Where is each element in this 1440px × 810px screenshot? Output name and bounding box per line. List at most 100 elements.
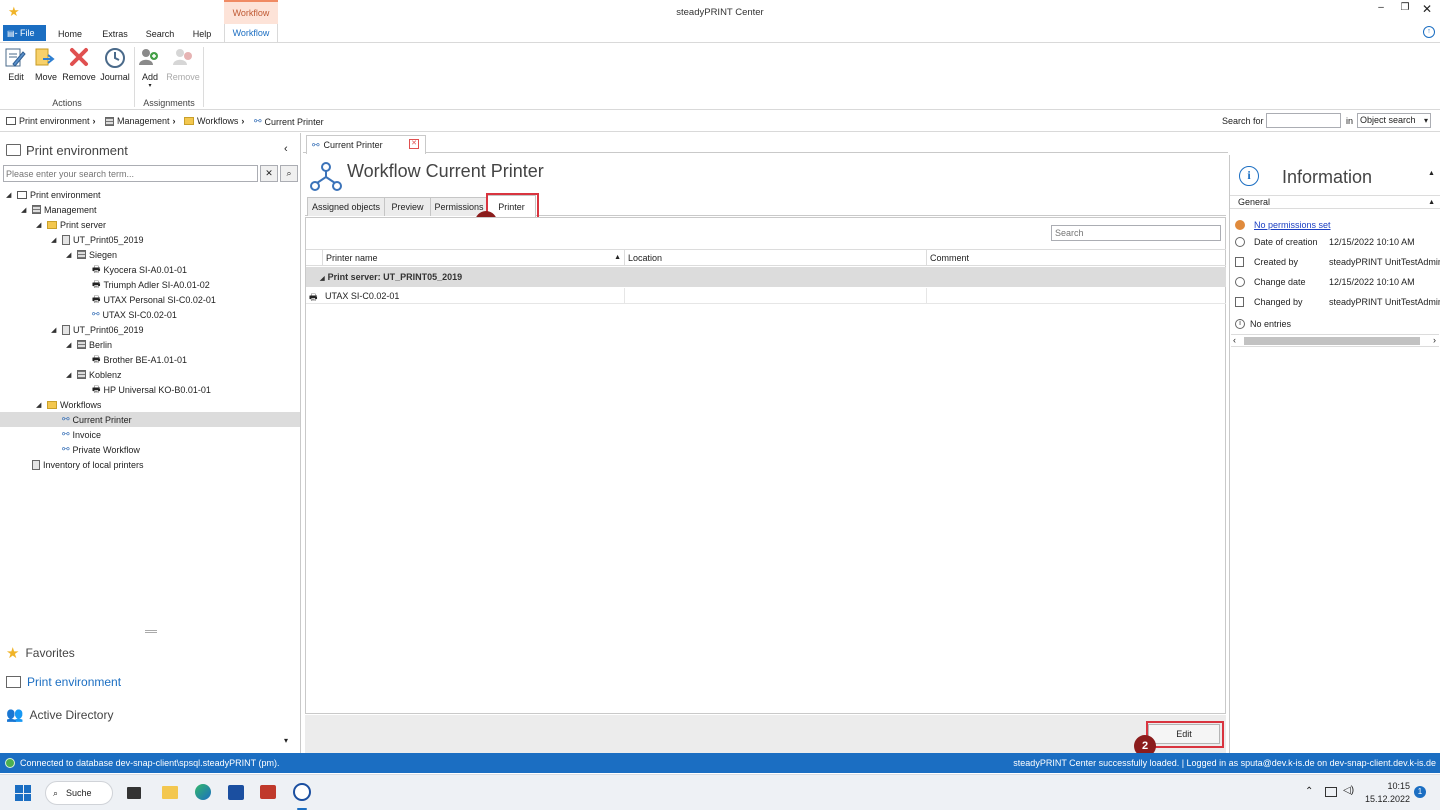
expand-triangle-icon[interactable]: ◢ — [51, 326, 59, 334]
nav-active-directory[interactable]: 👥 Active Directory — [6, 706, 113, 723]
tree-node[interactable]: ⚯ UTAX SI-C0.02-01 — [81, 307, 177, 322]
task-view-icon[interactable] — [127, 787, 141, 799]
close-button[interactable]: ✕ — [1420, 2, 1434, 16]
scrollbar-thumb[interactable] — [1244, 337, 1420, 345]
grid-search-input[interactable] — [1051, 225, 1221, 241]
clear-search-button[interactable]: ✕ — [260, 165, 278, 182]
breadcrumb-print-environment[interactable]: Print environment › — [6, 116, 96, 126]
tree-node[interactable]: ⚯ Private Workflow — [51, 442, 140, 457]
restore-button[interactable]: ❐ — [1398, 2, 1412, 16]
file-tab[interactable]: ▤- File — [3, 25, 46, 41]
tree-node[interactable]: ◢ Koblenz — [66, 367, 122, 382]
close-tab-icon[interactable]: ✕ — [409, 139, 419, 149]
scroll-right-icon[interactable]: › — [1433, 335, 1436, 345]
document-icon — [1235, 257, 1244, 267]
expand-triangle-icon[interactable]: ◢ — [66, 371, 74, 379]
tree-node[interactable]: Inventory of local printers — [21, 457, 144, 472]
column-comment[interactable]: Comment — [926, 250, 1226, 266]
expand-triangle-icon[interactable]: ◢ — [66, 341, 74, 349]
tab-assigned-objects[interactable]: Assigned objects — [307, 197, 385, 216]
tab-extras[interactable]: Extras — [96, 26, 134, 42]
star-icon: ★ — [6, 645, 20, 662]
tab-workflow[interactable]: Workflow — [224, 24, 278, 42]
help-circle-icon[interactable]: ↑ — [1423, 26, 1435, 38]
network-icon[interactable] — [1325, 787, 1337, 797]
tree-node[interactable]: ◢ UT_Print06_2019 — [51, 322, 144, 337]
column-printer-name[interactable]: Printer name ▲ — [322, 250, 624, 266]
move-button[interactable]: Move — [33, 46, 59, 82]
folder-icon — [47, 220, 57, 229]
tree-node[interactable]: ◢ Print environment — [6, 187, 101, 202]
expand-triangle-icon[interactable]: ◢ — [21, 206, 29, 214]
remove-button[interactable]: Remove — [61, 46, 97, 82]
search-scope-select[interactable]: Object search ▾ — [1357, 113, 1431, 128]
tree-node-label: Koblenz — [89, 369, 122, 380]
expand-triangle-icon[interactable]: ◢ — [66, 251, 74, 259]
collapse-info-icon[interactable]: ▲ — [1428, 170, 1435, 177]
group-row[interactable]: ◢ Print server: UT_PRINT05_2019 — [306, 267, 1226, 287]
edge-browser-icon[interactable] — [195, 784, 211, 800]
nav-favorites[interactable]: ★ Favorites — [6, 644, 75, 662]
nav-overflow-icon[interactable]: ▾ — [284, 736, 288, 745]
object-search-input[interactable] — [1266, 113, 1341, 128]
breadcrumb-current-printer[interactable]: ⚯ Current Printer — [254, 116, 324, 127]
add-assignment-button[interactable]: Add ▾ — [137, 46, 163, 89]
clock-time[interactable]: 10:15 — [1366, 781, 1410, 791]
tree-node[interactable]: 🖶 Kyocera SI-A0.01-01 — [81, 262, 187, 277]
minimize-button[interactable]: – — [1374, 2, 1388, 16]
tree-search-input[interactable] — [3, 165, 258, 182]
tree-node[interactable]: 🖶 Triumph Adler SI-A0.01-02 — [81, 277, 210, 292]
workflow-icon: ⚯ — [62, 444, 70, 454]
table-row[interactable]: 🖶 UTAX SI-C0.02-01 — [306, 288, 1226, 304]
tree-node[interactable]: ◢ Management — [21, 202, 97, 217]
file-explorer-icon[interactable] — [162, 786, 178, 799]
tree-node[interactable]: ◢ Berlin — [66, 337, 112, 352]
breadcrumb-workflows[interactable]: Workflows › — [184, 116, 244, 126]
tree-node[interactable]: 🖶 Brother BE-A1.01-01 — [81, 352, 187, 367]
workflow-icon: ⚯ — [254, 116, 262, 126]
section-header-general[interactable]: General ▲ — [1230, 195, 1440, 209]
notification-badge[interactable]: 1 — [1414, 786, 1426, 798]
document-tab-current-printer[interactable]: ⚯ Current Printer ✕ — [306, 135, 426, 154]
tree-node[interactable]: ◢ UT_Print05_2019 — [51, 232, 144, 247]
tab-preview[interactable]: Preview — [385, 197, 431, 216]
collapse-group-icon[interactable]: ◢ — [320, 276, 325, 282]
tree-node[interactable]: 🖶 UTAX Personal SI-C0.02-01 — [81, 292, 216, 307]
store-icon[interactable] — [228, 785, 244, 800]
volume-icon[interactable]: ◁) — [1343, 785, 1354, 796]
tab-help[interactable]: Help — [186, 26, 218, 42]
tree-node[interactable]: 🖶 HP Universal KO-B0.01-01 — [81, 382, 211, 397]
expand-triangle-icon[interactable]: ◢ — [36, 221, 44, 229]
tray-chevron-icon[interactable]: ⌃ — [1305, 786, 1313, 797]
toolbox-app-icon[interactable] — [260, 785, 276, 799]
edit-button[interactable]: Edit — [4, 46, 28, 82]
expand-triangle-icon[interactable]: ◢ — [6, 191, 14, 199]
expand-triangle-icon[interactable]: ◢ — [36, 401, 44, 409]
breadcrumb-management[interactable]: Management › — [105, 116, 176, 126]
permissions-link[interactable]: No permissions set — [1254, 220, 1331, 230]
tree-node[interactable]: ⚯ Invoice — [51, 427, 101, 442]
collapse-panel-icon[interactable]: ‹ — [284, 143, 288, 155]
tab-search[interactable]: Search — [140, 26, 180, 42]
horizontal-scrollbar[interactable]: ‹ › — [1231, 334, 1439, 347]
tree-node[interactable]: ◢ Siegen — [66, 247, 117, 262]
tab-home[interactable]: Home — [52, 26, 88, 42]
tree-node-label: Management — [44, 204, 97, 215]
search-button[interactable]: ⌕ — [280, 165, 298, 182]
steadyprint-app-icon[interactable] — [293, 783, 311, 801]
remove-assignment-button[interactable]: Remove — [166, 46, 200, 82]
tree-node[interactable]: ⚯ Current Printer — [0, 412, 300, 427]
tree-node[interactable]: ◢ Workflows — [36, 397, 101, 412]
journal-button[interactable]: Journal — [99, 46, 131, 82]
column-location[interactable]: Location — [624, 250, 926, 266]
nav-print-environment[interactable]: Print environment — [6, 675, 121, 689]
expand-triangle-icon[interactable]: ◢ — [51, 236, 59, 244]
taskbar-search[interactable]: ⌕ Suche — [45, 781, 113, 805]
scroll-left-icon[interactable]: ‹ — [1233, 335, 1236, 345]
edit-icon — [5, 48, 26, 67]
splitter-handle[interactable] — [145, 630, 157, 633]
windows-start-icon[interactable] — [15, 785, 31, 801]
search-for-label: Search for — [1222, 116, 1264, 126]
tree-node[interactable]: ◢ Print server — [36, 217, 106, 232]
clock-date[interactable]: 15.12.2022 — [1362, 794, 1410, 804]
